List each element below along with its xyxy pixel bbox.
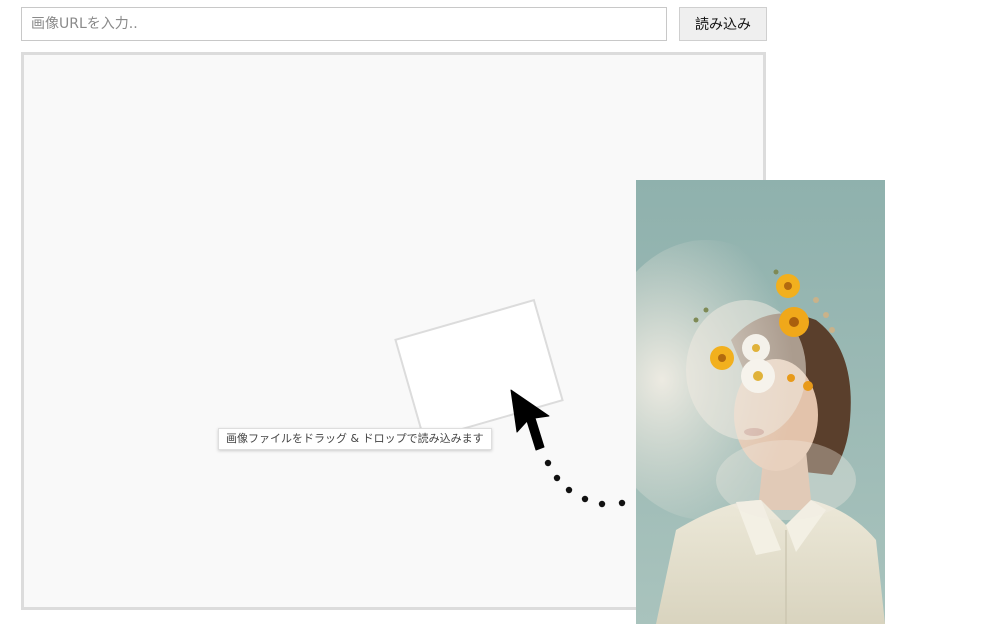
image-url-input[interactable] bbox=[21, 7, 667, 41]
url-toolbar: 読み込み bbox=[21, 7, 767, 41]
dragged-portrait-photo[interactable] bbox=[636, 180, 885, 624]
load-button[interactable]: 読み込み bbox=[679, 7, 767, 41]
portrait-image bbox=[636, 180, 885, 624]
drop-hint-label: 画像ファイルをドラッグ & ドロップで読み込みます bbox=[218, 428, 492, 450]
